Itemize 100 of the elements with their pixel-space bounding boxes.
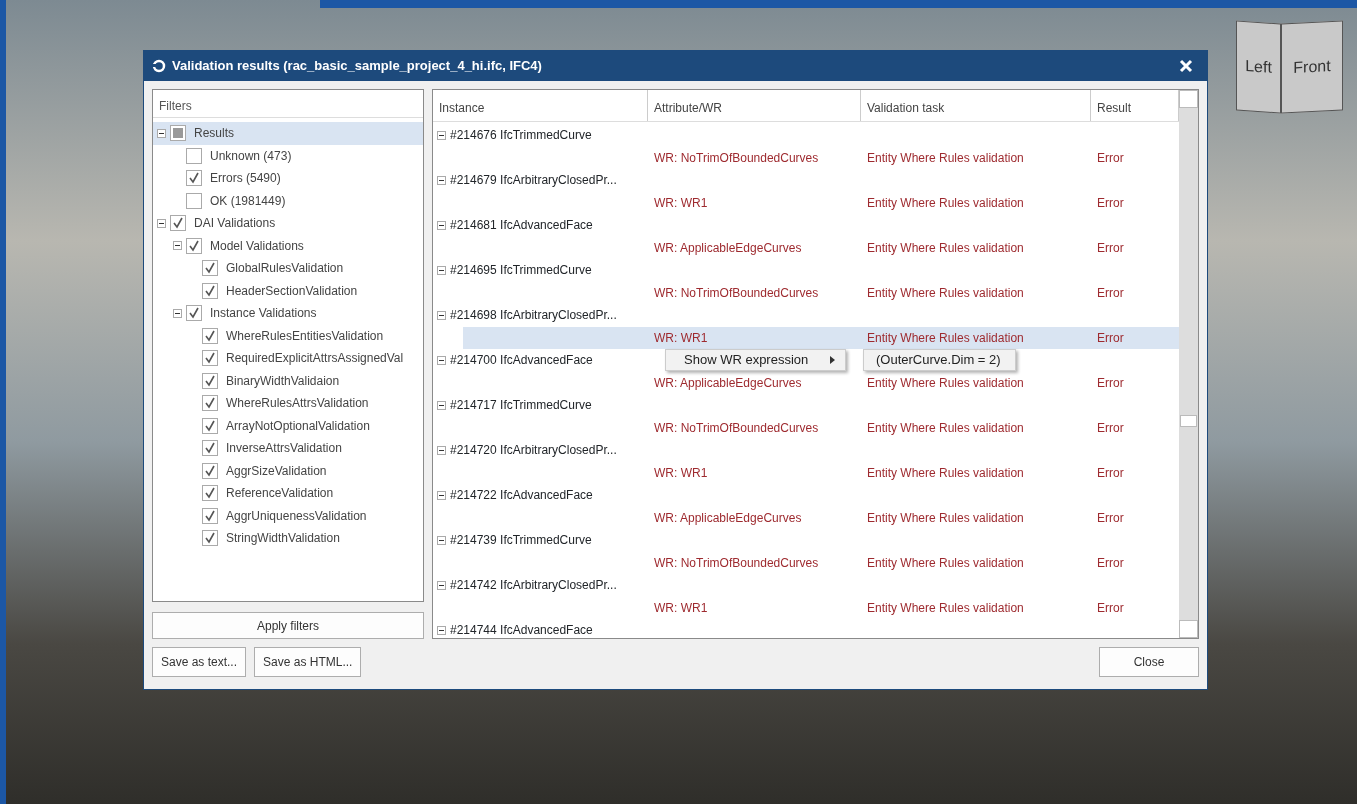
collapse-icon[interactable] — [157, 218, 166, 228]
collapse-icon[interactable] — [437, 310, 446, 320]
tree-item[interactable]: Errors (5490) — [153, 167, 423, 190]
checkbox[interactable] — [202, 485, 218, 502]
cube-face[interactable]: Left — [1236, 20, 1281, 114]
result-cell-text: Error — [1096, 329, 1125, 347]
apply-filters-button[interactable]: Apply filters — [152, 612, 424, 639]
result-cell-text: Error — [1096, 149, 1125, 167]
checkbox[interactable] — [202, 440, 218, 457]
tree-item[interactable]: ReferenceValidation — [153, 482, 423, 505]
checkbox[interactable] — [202, 282, 218, 299]
checkbox[interactable] — [202, 530, 218, 547]
tree-item[interactable]: OK (1981449) — [153, 189, 423, 212]
cube-face[interactable]: Front — [1281, 20, 1343, 114]
checkbox[interactable] — [202, 395, 218, 412]
attribute-cell-text: WR: ApplicableEdgeCurves — [653, 239, 803, 257]
collapse-icon[interactable] — [437, 535, 446, 545]
submenu-item[interactable]: (OuterCurve.Dim = 2) — [863, 349, 1016, 371]
checkbox[interactable] — [186, 147, 202, 164]
attribute-cell-text: WR: NoTrimOfBoundedCurves — [653, 149, 820, 167]
collapse-icon[interactable] — [437, 220, 446, 230]
result-row[interactable]: WR: NoTrimOfBoundedCurves Entity Where Rules validation Error — [433, 416, 1179, 439]
tree-item[interactable]: Results — [153, 122, 423, 145]
checkbox[interactable] — [202, 327, 218, 344]
task-cell-text: Entity Where Rules validation — [866, 329, 1025, 347]
scrollbar[interactable] — [1179, 90, 1198, 638]
result-row[interactable]: WR: WR1 Entity Where Rules validation Error — [433, 191, 1179, 214]
collapse-icon[interactable] — [157, 128, 166, 138]
collapse-icon[interactable] — [437, 130, 446, 140]
column-header[interactable]: Instance — [433, 90, 648, 121]
checkbox[interactable] — [202, 417, 218, 434]
collapse-icon[interactable] — [437, 355, 446, 365]
checkbox[interactable] — [202, 462, 218, 479]
tree-label: ReferenceValidation — [226, 485, 334, 503]
tree-item[interactable]: GlobalRulesValidation — [153, 257, 423, 280]
checkbox[interactable] — [202, 350, 218, 367]
instance-cell-text: #214722 IfcAdvancedFace — [450, 487, 593, 505]
checkbox[interactable] — [202, 260, 218, 277]
result-row[interactable]: WR: NoTrimOfBoundedCurves Entity Where Rules validation Error — [433, 146, 1179, 169]
tree-item[interactable]: Model Validations — [153, 234, 423, 257]
checkbox[interactable] — [202, 372, 218, 389]
tree-item[interactable]: Unknown (473) — [153, 144, 423, 167]
collapse-icon[interactable] — [173, 308, 182, 318]
instance-cell-text: #214742 IfcArbitraryClosedPr... — [450, 577, 617, 595]
tree-label: AggrUniquenessValidation — [226, 507, 367, 525]
checkbox[interactable] — [186, 170, 202, 187]
task-cell-text: Entity Where Rules validation — [866, 599, 1025, 617]
tree-item[interactable]: DAI Validations — [153, 212, 423, 235]
collapse-icon[interactable] — [437, 175, 446, 185]
checkbox[interactable] — [186, 305, 202, 322]
result-row[interactable]: WR: WR1 Entity Where Rules validation Error — [433, 461, 1179, 484]
collapse-icon[interactable] — [437, 625, 446, 635]
checkbox[interactable] — [202, 507, 218, 524]
tree-item[interactable]: AggrUniquenessValidation — [153, 504, 423, 527]
attribute-cell-text: WR: NoTrimOfBoundedCurves — [653, 284, 820, 302]
instance-cell-text: #214717 IfcTrimmedCurve — [450, 397, 592, 415]
result-row[interactable]: WR: ApplicableEdgeCurves Entity Where Rules validation Error — [433, 506, 1179, 529]
collapse-icon[interactable] — [437, 265, 446, 275]
tree-item[interactable]: BinaryWidthValidaion — [153, 369, 423, 392]
result-row[interactable]: WR: WR1 Entity Where Rules validation Error — [463, 326, 1179, 349]
close-button[interactable]: Close — [1099, 647, 1199, 677]
checkbox[interactable] — [186, 237, 202, 254]
tree-label: HeaderSectionValidation — [226, 282, 358, 300]
column-header[interactable]: Validation task — [861, 90, 1091, 121]
tree-item[interactable]: InverseAttrsValidation — [153, 437, 423, 460]
tree-label: BinaryWidthValidaion — [226, 372, 340, 390]
tree-item[interactable]: StringWidthValidation — [153, 527, 423, 550]
save-button[interactable]: Save as HTML... — [254, 647, 362, 677]
tree-item[interactable]: Instance Validations — [153, 302, 423, 325]
tree-label: WhereRulesEntitiesValidation — [226, 327, 384, 345]
collapse-icon[interactable] — [437, 490, 446, 500]
tree-item[interactable]: WhereRulesEntitiesValidation — [153, 324, 423, 347]
collapse-icon[interactable] — [437, 580, 446, 590]
scroll-thumb[interactable] — [1180, 415, 1197, 427]
tree-item[interactable]: RequiredExplicitAttrsAssignedVal — [153, 347, 423, 370]
collapse-icon[interactable] — [437, 400, 446, 410]
tree-item[interactable]: WhereRulesAttrsValidation — [153, 392, 423, 415]
result-row[interactable]: WR: WR1 Entity Where Rules validation Error — [433, 596, 1179, 619]
checkbox[interactable] — [170, 125, 186, 142]
checkbox[interactable] — [170, 215, 186, 232]
collapse-icon[interactable] — [437, 445, 446, 455]
result-row[interactable]: WR: ApplicableEdgeCurves Entity Where Rules validation Error — [433, 371, 1179, 394]
collapse-icon[interactable] — [173, 241, 182, 251]
tree-label: StringWidthValidation — [226, 530, 340, 548]
tree-item[interactable]: HeaderSectionValidation — [153, 279, 423, 302]
instance-cell-text: #214744 IfcAdvancedFace — [450, 622, 593, 638]
attribute-cell-text: WR: NoTrimOfBoundedCurves — [653, 554, 820, 572]
save-button[interactable]: Save as text... — [152, 647, 247, 677]
result-cell-text: Error — [1096, 194, 1125, 212]
tree-label: AggrSizeValidation — [226, 462, 327, 480]
result-row[interactable]: WR: ApplicableEdgeCurves Entity Where Rules validation Error — [433, 236, 1179, 259]
result-row[interactable]: WR: NoTrimOfBoundedCurves Entity Where Rules validation Error — [433, 281, 1179, 304]
result-cell-text: Error — [1096, 284, 1125, 302]
result-row[interactable]: WR: NoTrimOfBoundedCurves Entity Where Rules validation Error — [433, 551, 1179, 574]
tree-item[interactable]: AggrSizeValidation — [153, 459, 423, 482]
checkbox[interactable] — [186, 192, 202, 209]
tree-item[interactable]: ArrayNotOptionalValidation — [153, 414, 423, 437]
attribute-cell-text: WR: WR1 — [653, 599, 709, 617]
context-menu-item[interactable]: Show WR expression — [665, 349, 847, 371]
column-header[interactable]: Attribute/WR — [648, 90, 861, 121]
